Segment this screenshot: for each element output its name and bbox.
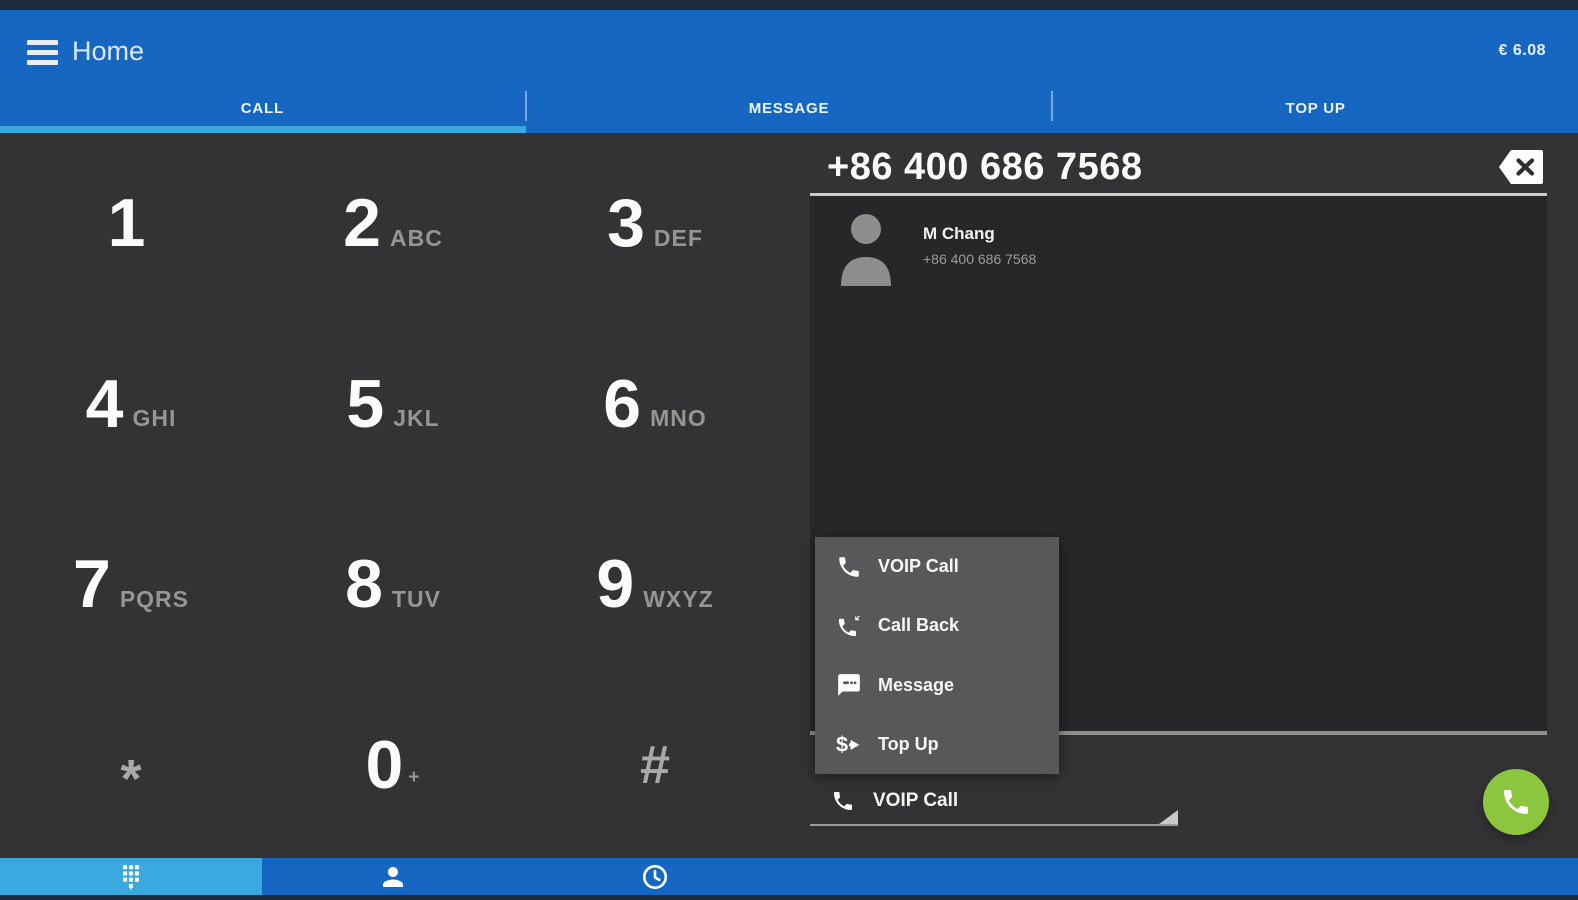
key-star[interactable]: * [0, 675, 262, 856]
key-4[interactable]: 4 GHI [0, 314, 262, 495]
menu-item-label: VOIP Call [878, 556, 959, 577]
key-plus-symbol: + [408, 767, 420, 789]
account-balance: € 6.08 [1499, 42, 1546, 60]
call-mode-spinner[interactable]: VOIP Call [810, 778, 1178, 826]
tab-bar: CALL MESSAGE TOP UP [0, 84, 1578, 133]
dialpad-icon [118, 862, 144, 892]
menu-item-label: Message [878, 675, 954, 696]
nav-item-dialpad[interactable] [0, 858, 262, 895]
dial-pad: 1 2 ABC 3 DEF 4 GHI 5 JKL 6 MNO 7 PQRS 8 TUV 9W… [0, 133, 786, 855]
spinner-dropdown-handle-icon [1159, 810, 1178, 824]
number-entry-row: +86 400 686 7568 [810, 141, 1547, 193]
key-digit: 4 [86, 370, 124, 438]
navigation-bar-strip [0, 895, 1578, 900]
top-up-dollar-icon: $ [836, 731, 862, 757]
contact-number: +86 400 686 7568 [923, 251, 1036, 267]
history-icon [640, 862, 670, 892]
key-letters: DEF [654, 225, 703, 252]
key-5[interactable]: 5 JKL [262, 314, 524, 495]
phone-icon [831, 789, 855, 813]
menu-item-label: Call Back [878, 615, 959, 636]
tab-top-up[interactable]: TOP UP [1053, 84, 1578, 133]
bottom-navigation-bar [0, 858, 1578, 895]
active-tab-indicator [0, 126, 526, 133]
status-bar [0, 0, 1578, 10]
key-7[interactable]: 7 PQRS [0, 494, 262, 675]
nav-item-contacts[interactable] [262, 858, 524, 895]
dialer-app-screen: Home € 6.08 CALL MESSAGE TOP UP 1 2 ABC 3… [0, 0, 1578, 900]
call-mode-label: VOIP Call [873, 790, 958, 812]
key-digit: 7 [73, 550, 111, 618]
key-hash[interactable]: # [524, 675, 786, 856]
menu-item-top-up[interactable]: $ Top Up [815, 715, 1059, 774]
key-6[interactable]: 6 MNO [524, 314, 786, 495]
key-digit: 1 [108, 189, 146, 257]
key-letters: ABC [390, 225, 443, 252]
call-phone-icon [1500, 786, 1532, 818]
nav-item-history[interactable] [524, 858, 786, 895]
key-2[interactable]: 2 ABC [262, 133, 524, 314]
key-digit: 2 [343, 189, 381, 257]
key-letters: TUV [392, 586, 441, 613]
svg-text:$: $ [836, 732, 848, 757]
key-0[interactable]: 0+ [262, 675, 524, 856]
key-letters: PQRS [120, 586, 189, 613]
key-digit: 9 [596, 550, 634, 618]
menu-item-label: Top Up [878, 734, 939, 755]
key-3[interactable]: 3 DEF [524, 133, 786, 314]
key-digit: * [120, 752, 141, 806]
contacts-icon [378, 862, 408, 892]
contact-avatar-icon [838, 212, 894, 288]
page-title: Home [72, 36, 144, 67]
menu-item-message[interactable]: Message [815, 656, 1059, 715]
key-digit: 5 [346, 370, 384, 438]
key-digit: 6 [603, 370, 641, 438]
key-1[interactable]: 1 [0, 133, 262, 314]
message-bubble-icon [836, 672, 862, 698]
key-digit: 3 [607, 189, 645, 257]
key-letters: MNO [650, 405, 707, 432]
key-9[interactable]: 9 WXYZ [524, 494, 786, 675]
key-letters: JKL [393, 405, 439, 432]
tab-message[interactable]: MESSAGE [527, 84, 1052, 133]
key-digit: 8 [345, 550, 383, 618]
menu-item-call-back[interactable]: Call Back [815, 596, 1059, 655]
key-8[interactable]: 8 TUV [262, 494, 524, 675]
voip-call-phone-icon [836, 554, 862, 580]
contact-suggestion-row[interactable]: M Chang +86 400 686 7568 [810, 204, 1547, 304]
backspace-icon[interactable] [1497, 148, 1545, 186]
key-digit: 0 [366, 731, 404, 799]
call-back-phone-icon [836, 613, 862, 639]
key-letters: GHI [132, 405, 176, 432]
key-letters: WXYZ [643, 586, 713, 613]
contact-name: M Chang [923, 224, 995, 244]
menu-item-voip-call[interactable]: VOIP Call [815, 537, 1059, 596]
hamburger-menu-icon[interactable] [27, 40, 58, 65]
key-digit: # [640, 738, 670, 792]
app-bar: Home € 6.08 [0, 10, 1578, 84]
dialed-number-field[interactable]: +86 400 686 7568 [810, 146, 1142, 189]
call-button[interactable] [1483, 769, 1549, 835]
call-options-context-menu: VOIP Call Call Back Message [815, 537, 1059, 774]
